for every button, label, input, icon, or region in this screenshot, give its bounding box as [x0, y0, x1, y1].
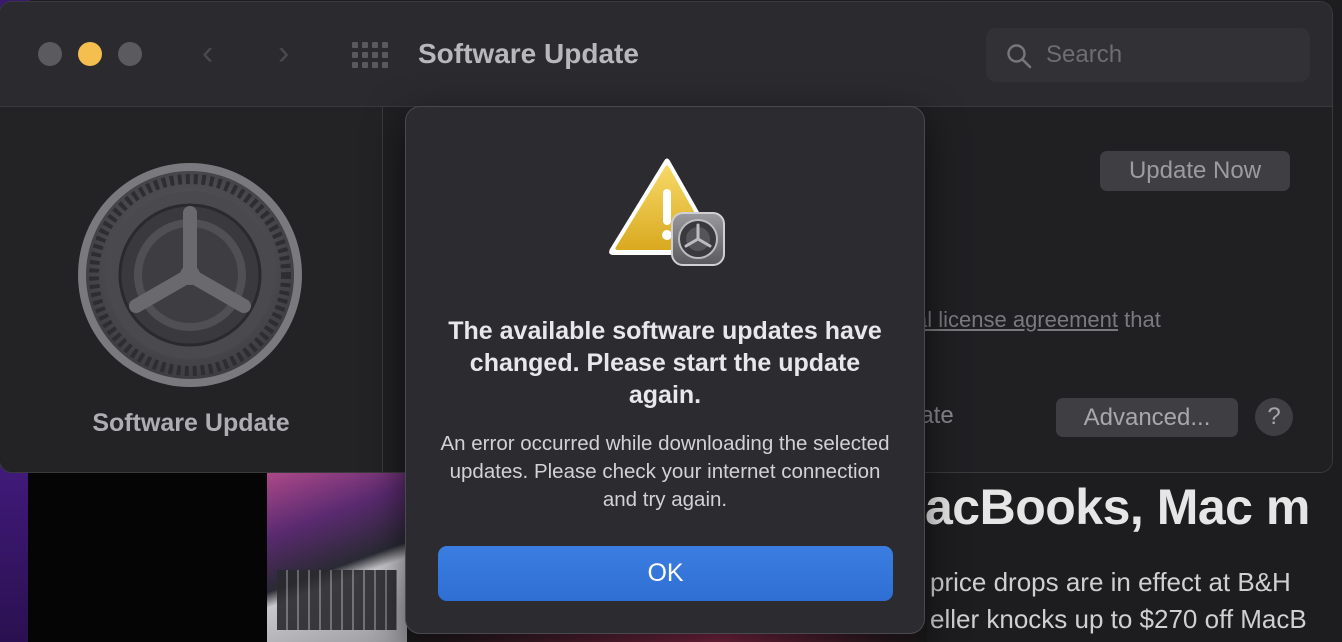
minimize-window-button[interactable] [78, 42, 102, 66]
zoom-window-button[interactable] [118, 42, 142, 66]
search-field[interactable] [986, 28, 1310, 82]
title-bar: ‹ › Software Update [0, 2, 1332, 107]
sidebar: Software Update [0, 107, 383, 472]
gear-icon [78, 163, 302, 387]
forward-chevron-icon[interactable]: › [278, 36, 289, 70]
help-button[interactable]: ? [1255, 398, 1293, 436]
warning-icon [609, 158, 725, 266]
article-headline: acBooks, Mac m [925, 479, 1310, 535]
dialog-title: The available software updates have chan… [448, 317, 882, 409]
ok-button[interactable]: OK [438, 546, 893, 601]
article-photo [267, 470, 407, 642]
license-agreement-link[interactable]: al license agreement [915, 307, 1118, 332]
search-input[interactable] [1046, 28, 1296, 82]
license-suffix: that [1118, 307, 1161, 332]
close-window-button[interactable] [38, 42, 62, 66]
back-chevron-icon[interactable]: ‹ [202, 36, 213, 70]
alert-dialog: The available software updates have chan… [406, 107, 924, 633]
update-now-button[interactable]: Update Now [1100, 151, 1290, 191]
sidebar-title: Software Update [92, 409, 290, 437]
advanced-button[interactable]: Advanced... [1056, 398, 1238, 437]
window-title: Software Update [418, 38, 639, 69]
page-dark-column [28, 470, 268, 642]
license-text: al license agreement that [915, 307, 1161, 333]
article-text-line: price drops are in effect at B&H [930, 567, 1291, 597]
article-text-line: eller knocks up to $270 off MacB [930, 604, 1307, 634]
search-icon [1007, 44, 1032, 69]
dialog-message: An error occurred while downloading the … [440, 432, 890, 511]
grid-icon[interactable] [352, 42, 388, 68]
